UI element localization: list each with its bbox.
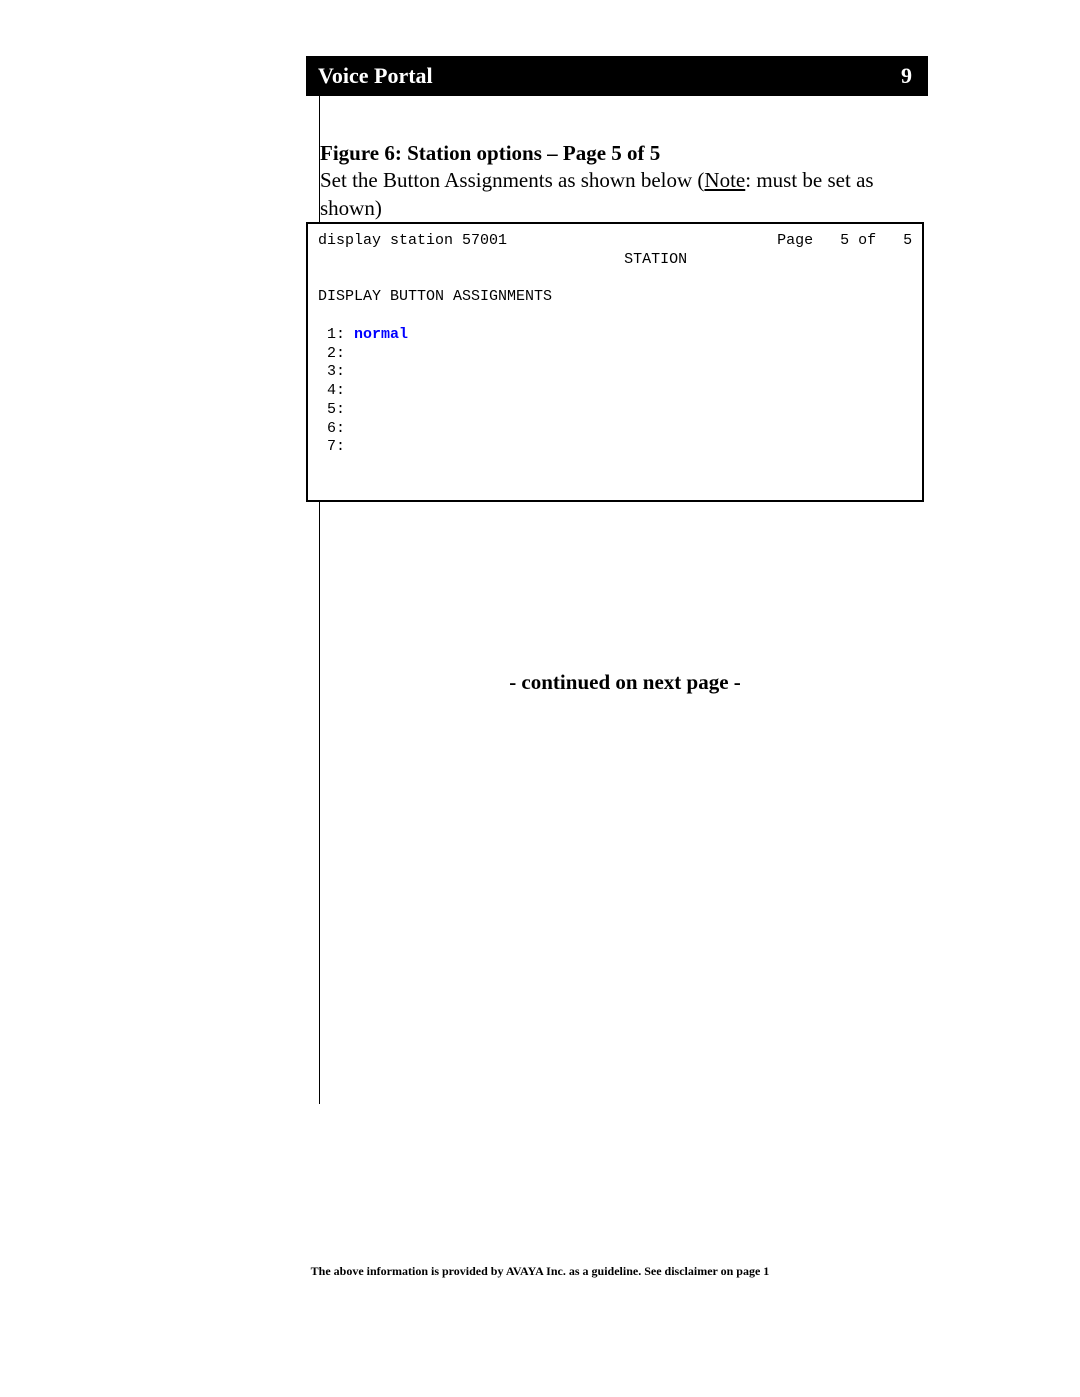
figure-title: Figure 6: Station options – Page 5 of 5 [320, 140, 930, 167]
terminal-row1-num: 1: [318, 326, 354, 343]
terminal-row3: 3: [318, 363, 345, 380]
terminal-row2: 2: [318, 345, 345, 362]
terminal-station-label: STATION [624, 251, 687, 268]
terminal-output: display station 57001 Page 5 of 5 STATIO… [306, 222, 924, 502]
figure-description: Set the Button Assignments as shown belo… [320, 167, 930, 222]
terminal-section-title: DISPLAY BUTTON ASSIGNMENTS [318, 288, 552, 305]
content-area: Figure 6: Station options – Page 5 of 5 … [320, 140, 930, 222]
terminal-row7: 7: [318, 438, 345, 455]
figure-desc-note: Note [704, 168, 745, 192]
terminal-row6: 6: [318, 420, 345, 437]
header-bar: Voice Portal 9 [306, 56, 928, 96]
terminal-cmd: display station 57001 [318, 232, 507, 249]
continued-notice: - continued on next page - [320, 670, 930, 695]
header-title: Voice Portal [318, 63, 433, 89]
footer-disclaimer: The above information is provided by AVA… [0, 1264, 1080, 1279]
figure-desc-pre: Set the Button Assignments as shown belo… [320, 168, 704, 192]
terminal-row1-val: normal [354, 326, 408, 343]
header-page-number: 9 [901, 63, 912, 89]
terminal-row5: 5: [318, 401, 345, 418]
page-container: Voice Portal 9 Figure 6: Station options… [0, 0, 1080, 1397]
terminal-page-indicator: Page 5 of 5 [777, 232, 912, 249]
terminal-row4: 4: [318, 382, 345, 399]
